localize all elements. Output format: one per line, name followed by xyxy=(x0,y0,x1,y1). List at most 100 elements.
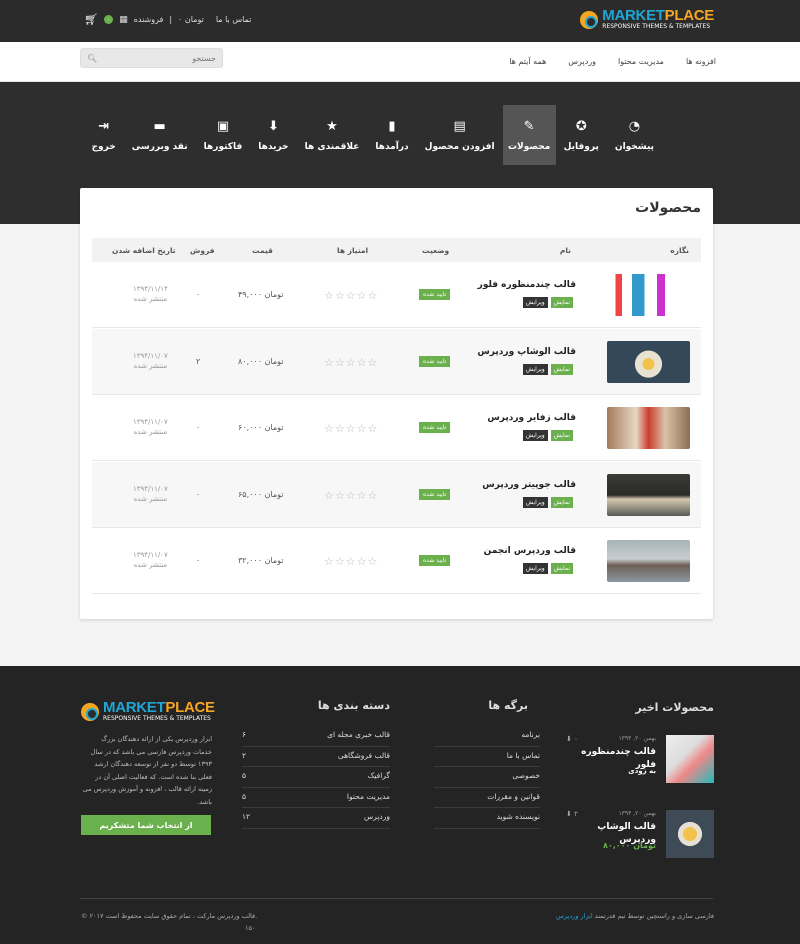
category-count: ۶ xyxy=(242,730,247,739)
badge-icon: ✪ xyxy=(575,118,587,134)
product-sales: ۰ xyxy=(196,423,201,432)
cart-count-badge: ۰ xyxy=(103,15,114,24)
site-logo[interactable]: MARKETPLACE RESPONSIVE THEMES & TEMPLATE… xyxy=(580,8,714,31)
recent-product-thumb[interactable] xyxy=(666,810,714,858)
tab-download[interactable]: ⬇ خریدها xyxy=(250,105,296,165)
seller-link[interactable]: فروشنده xyxy=(134,15,164,24)
edit-button[interactable]: ویرایش xyxy=(522,297,548,308)
edit-button[interactable]: ویرایش xyxy=(522,563,548,574)
contact-link[interactable]: تماس با ما xyxy=(216,15,252,24)
rating-stars: ☆☆☆☆☆ xyxy=(324,422,379,435)
edit-button[interactable]: ویرایش xyxy=(522,363,548,375)
show-button[interactable]: نمایش xyxy=(550,363,573,375)
product-date: ۱۳۹۴/۱۱/۱۴ منتشر شده xyxy=(133,285,168,303)
tab-label: خروج xyxy=(91,141,116,152)
search-box[interactable]: 🔍︎ جستجو xyxy=(80,48,223,68)
category-count: ۲ xyxy=(242,750,247,760)
recent-product[interactable]: بهمن ۲۰, ۱۳۹۴ ⬇ ۲ قالب الوشاپ وردپرس ۸۰,… xyxy=(566,810,714,858)
recent-product-thumb[interactable] xyxy=(666,735,714,783)
footer-category-link[interactable]: ۵ مدیریت محتوا xyxy=(242,788,390,808)
tab-logout[interactable]: ⇥ خروج xyxy=(84,105,124,165)
product-thumbnail[interactable] xyxy=(607,274,690,316)
status-badge: تایید شده xyxy=(419,422,451,433)
product-name[interactable]: قالب وردپرس انجمن xyxy=(484,546,576,556)
category-name: گرافیک xyxy=(367,771,390,780)
product-date: ۱۳۹۴/۱۱/۰۷ منتشر شده xyxy=(133,484,168,503)
thanks-button[interactable]: از انتخاب شما متشکریم xyxy=(81,815,211,835)
comment-icon: ▬ xyxy=(153,118,166,134)
footer-page-link[interactable]: تماس با ما xyxy=(434,747,540,767)
category-name: وردپرس xyxy=(364,812,390,821)
cart-icon[interactable]: 🛒︎ xyxy=(84,13,98,26)
nav-wordpress[interactable]: وردپرس xyxy=(568,57,596,66)
nav-cms[interactable]: مدیریت محتوا xyxy=(618,57,664,66)
download-icon: ⬇ ۲ xyxy=(566,810,578,818)
col-name: نام xyxy=(559,246,571,255)
products-panel: محصولات نگاره نام وضعیت امتیاز ها قیمت ف… xyxy=(80,188,713,619)
cart-total: ۰ تومان xyxy=(178,15,204,24)
product-thumbnail[interactable] xyxy=(607,540,690,582)
nav-plugins[interactable]: افزونه ها xyxy=(686,57,716,66)
product-price: ۳۲,۰۰۰ تومان xyxy=(238,556,284,565)
product-name[interactable]: قالب زفایر وردپرس xyxy=(487,413,576,423)
tab-label: علاقمندی ها xyxy=(304,141,360,152)
status-badge: تایید شده xyxy=(419,289,451,300)
tab-label: درآمدها xyxy=(375,141,409,152)
tab-bar-chart[interactable]: ▮ درآمدها xyxy=(367,105,416,165)
footer-page-link[interactable]: خصوصی xyxy=(434,767,540,788)
footer-logo[interactable]: MARKETPLACE RESPONSIVE THEMES & TEMPLATE… xyxy=(81,700,215,723)
footer-page-link[interactable]: نویسنده شوید xyxy=(434,808,540,829)
star-icon: ★ xyxy=(326,118,338,134)
product-name[interactable]: قالب جوپیتر وردپرس xyxy=(482,480,576,490)
footer-page-link[interactable]: برنامه xyxy=(434,726,540,747)
product-sales: ۲ xyxy=(196,356,201,366)
tab-edit[interactable]: ✎ محصولات xyxy=(502,105,556,165)
copyright-text: © ۲۰۱۷ قالب وردپرس مارکت ، تمام حقوق سای… xyxy=(81,912,258,920)
col-status: وضعیت xyxy=(422,246,450,255)
footer-category-link[interactable]: ۵ گرافیک xyxy=(242,767,390,788)
col-image: نگاره xyxy=(670,246,689,255)
tab-add-document[interactable]: ▤ افزودن محصول xyxy=(417,105,503,165)
logo-mark xyxy=(81,703,99,721)
dashboard-tabs: ◔ پیشخوان ✪ پروفایل ✎ محصولات ▤ افزودن محصول ▮ در… xyxy=(84,105,662,165)
tab-comment[interactable]: ▬ نقد وبررسی xyxy=(124,105,196,165)
category-count: ۱۲ xyxy=(242,812,251,821)
product-price: ۶۰,۰۰۰ تومان xyxy=(238,423,284,432)
status-badge: تایید شده xyxy=(419,488,451,500)
edit-button[interactable]: ویرایش xyxy=(522,430,548,441)
categories-list: ۶ قالب خبری مجله ای ۲ قالب فروشگاهی ۵ گرافیک ۵… xyxy=(242,726,390,829)
show-button[interactable]: نمایش xyxy=(550,563,573,574)
product-thumbnail[interactable] xyxy=(607,473,690,516)
footer-category-link[interactable]: ۶ قالب خبری مجله ای xyxy=(242,726,390,747)
tab-badge[interactable]: ✪ پروفایل xyxy=(556,105,607,165)
pages-title: برگه ها xyxy=(488,699,528,712)
product-sales: ۰ xyxy=(196,290,201,299)
bar-chart-icon: ▮ xyxy=(388,118,396,134)
product-price: ۸۰,۰۰۰ تومان xyxy=(238,356,284,366)
footer-category-link[interactable]: ۲ قالب فروشگاهی xyxy=(242,747,390,767)
tab-dashboard[interactable]: ◔ پیشخوان xyxy=(607,105,662,165)
tab-invoice[interactable]: ▣ فاکتورها xyxy=(196,105,251,165)
search-icon[interactable]: 🔍︎ xyxy=(87,54,97,63)
edit-button[interactable]: ویرایش xyxy=(522,496,548,508)
show-button[interactable]: نمایش xyxy=(550,430,573,441)
tab-star[interactable]: ★ علاقمندی ها xyxy=(297,105,368,165)
show-button[interactable]: نمایش xyxy=(550,496,573,508)
show-button[interactable]: نمایش xyxy=(550,297,573,308)
product-name[interactable]: قالب الوشاپ وردپرس xyxy=(477,347,576,357)
product-thumbnail[interactable] xyxy=(607,407,690,449)
credit-link[interactable]: ابزار وردپرس xyxy=(556,912,593,920)
tab-label: فاکتورها xyxy=(203,141,243,152)
search-input[interactable]: جستجو xyxy=(192,54,216,63)
nav-all-items[interactable]: همه آیتم ها xyxy=(509,57,546,66)
tab-label: پروفایل xyxy=(563,141,599,152)
footer-divider xyxy=(80,898,713,899)
credit-text: فارسی سازی و راستچین توسط تیم قدرتمند اب… xyxy=(555,912,714,920)
footer-page-link[interactable]: قوانین و مقررات xyxy=(434,788,540,808)
recent-product[interactable]: بهمن ۲۰, ۱۳۹۴ ⬇ ۰ قالب چندمنظوره فلور به… xyxy=(566,735,714,783)
table-row: قالب جوپیتر وردپرس نمایش ویرایش تایید شده ☆☆… xyxy=(92,461,701,528)
footer-category-link[interactable]: ۱۲ وردپرس xyxy=(242,808,390,829)
panel-title: محصولات xyxy=(635,200,701,216)
product-name[interactable]: قالب چندمنظوره فلور xyxy=(478,280,576,290)
product-thumbnail[interactable] xyxy=(607,340,690,383)
